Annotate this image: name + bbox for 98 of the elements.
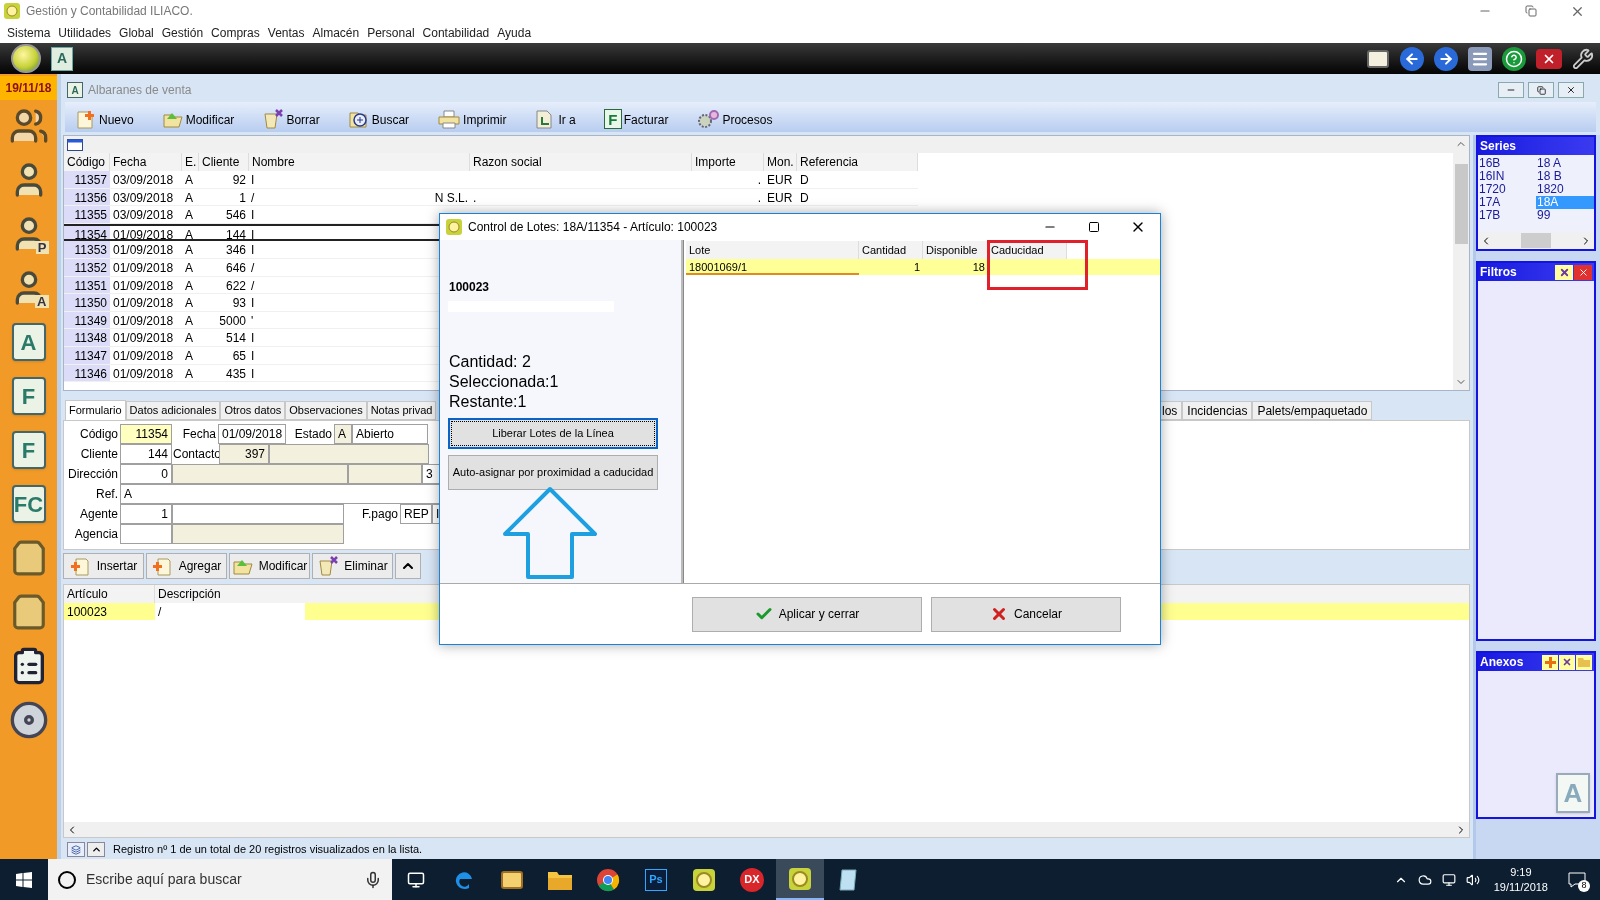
table-cell: EUR: [767, 190, 793, 205]
article-code: 100023: [449, 279, 491, 296]
field-label: Fecha: [181, 426, 217, 443]
table-cell-text: 03/09/2018: [112, 172, 175, 188]
table-cell-text: 01/09/2018: [112, 330, 175, 346]
table-cell-text: I: [251, 295, 255, 311]
table-cell-text: /: [251, 277, 255, 294]
table-cell-text: 01/09/2018: [112, 277, 175, 294]
letter-tile-icon: F: [603, 109, 622, 129]
table-cell: 11353: [64, 241, 110, 258]
table-cell-text: A: [184, 172, 194, 188]
table-cell: /: [155, 603, 305, 620]
table-cell: 11355: [64, 206, 110, 223]
summary-line: Cantidad: 2: [449, 352, 532, 372]
table-cell-text: ': [251, 312, 254, 329]
field-label: Contacto: [172, 446, 219, 463]
table-cell-text: 346: [224, 242, 247, 258]
summary-line: Seleccionada:1: [449, 372, 560, 392]
table-cell: D: [800, 173, 809, 187]
field-label: Código: [78, 426, 119, 443]
table-cell-text: A: [184, 242, 194, 258]
table-cell-text: 01/09/2018: [112, 295, 175, 311]
table-cell: 11354: [64, 225, 110, 240]
table-cell: D: [800, 190, 809, 205]
table-cell: EUR: [767, 173, 793, 187]
table-cell-text: A: [184, 347, 194, 364]
letter-badge: P: [35, 241, 49, 254]
table-cell-text: 01/09/2018: [112, 259, 175, 276]
table-cell-text: 144: [224, 226, 247, 240]
table-cell-text: I: [251, 242, 255, 258]
field-label: Cliente: [79, 446, 119, 463]
table-cell: .: [757, 173, 761, 187]
table-cell-text: 5000: [218, 312, 247, 329]
field-label: F.pago: [360, 506, 399, 523]
table-cell-text: A: [184, 295, 194, 311]
table-cell-text: 646: [224, 259, 247, 276]
field-label: Agencia: [73, 526, 119, 543]
table-cell-text: 100023: [66, 604, 109, 620]
table-cell-text: 1: [238, 189, 247, 206]
table-cell-text: 01/09/2018: [112, 226, 175, 240]
table-cell-text: 01/09/2018: [112, 242, 175, 258]
clock-time: 9:19: [1510, 864, 1532, 880]
table-cell-text: A: [184, 330, 194, 346]
letter-badge: A: [35, 295, 49, 308]
table-cell-text: A: [184, 365, 194, 382]
table-cell-text: A: [184, 207, 194, 223]
table-cell: .: [473, 190, 477, 205]
table-cell-text: 18: [971, 260, 986, 275]
table-cell-text: 514: [224, 330, 247, 346]
app-badge-icon: DX: [740, 867, 764, 892]
field-label: Estado: [293, 426, 333, 443]
panel-header: Anexos: [1480, 654, 1524, 671]
table-cell: 11357: [64, 171, 110, 188]
notification-count: 8: [1578, 880, 1590, 892]
table-cell-text: 93: [231, 295, 247, 311]
status-text: Registro nº 1 de un total de 20 registros visualizados en la lista.: [113, 842, 423, 858]
table-cell-text: I: [251, 330, 255, 346]
table-cell-text: 92: [231, 172, 247, 188]
panel-header: Series: [1478, 137, 1594, 155]
letter-tile-icon: A: [67, 82, 83, 98]
table-cell-text: I: [251, 347, 255, 364]
table-cell-text: 65: [231, 347, 247, 364]
app-tile-icon: Ps: [645, 868, 667, 891]
window-title: Gestión y Contabilidad ILIACO.: [26, 3, 193, 20]
summary-line: Restante:1: [449, 392, 528, 412]
table-cell-text: A: [184, 312, 194, 329]
table-cell-text: I: [251, 172, 255, 188]
table-cell: 18001069/1: [686, 259, 859, 275]
table-cell-text: 03/09/2018: [112, 189, 175, 206]
field-label: Dirección: [67, 466, 119, 483]
table-cell-text: I: [251, 365, 255, 382]
table-cell-text: /: [251, 259, 255, 276]
table-cell-text: N S.L.: [434, 189, 469, 206]
table-cell-text: 03/09/2018: [112, 207, 175, 223]
panel-header: Filtros: [1480, 264, 1517, 281]
table-cell-text: 546: [224, 207, 247, 223]
table-cell-text: A: [184, 189, 194, 206]
dialog-title: Control de Lotes: 18A/11354 - Artículo: 100023: [468, 219, 718, 236]
table-cell-text: I: [251, 226, 255, 240]
table-cell-text: 1: [912, 260, 921, 275]
table-cell-text: A: [184, 226, 194, 240]
table-cell: 11348: [64, 329, 110, 346]
table-cell-text: 435: [224, 365, 247, 382]
table-cell-text: /: [251, 189, 255, 206]
table-cell-text: 01/09/2018: [112, 347, 175, 364]
table-cell-text: 01/09/2018: [112, 312, 175, 329]
clock-date: 19/11/2018: [1493, 879, 1548, 895]
table-cell-text: I: [251, 207, 255, 223]
table-cell-text: A: [184, 259, 194, 276]
table-cell: .: [757, 190, 761, 205]
table-cell-text: 01/09/2018: [112, 365, 175, 382]
field-label: Agente: [78, 506, 119, 523]
date-label: 19/11/18: [0, 76, 57, 100]
table-cell-text: 622: [224, 277, 247, 294]
table-cell-text: A: [184, 277, 194, 294]
field-label: Ref.: [95, 486, 119, 503]
window-title: Albaranes de venta: [88, 82, 192, 99]
table-cell: 11350: [64, 294, 110, 311]
